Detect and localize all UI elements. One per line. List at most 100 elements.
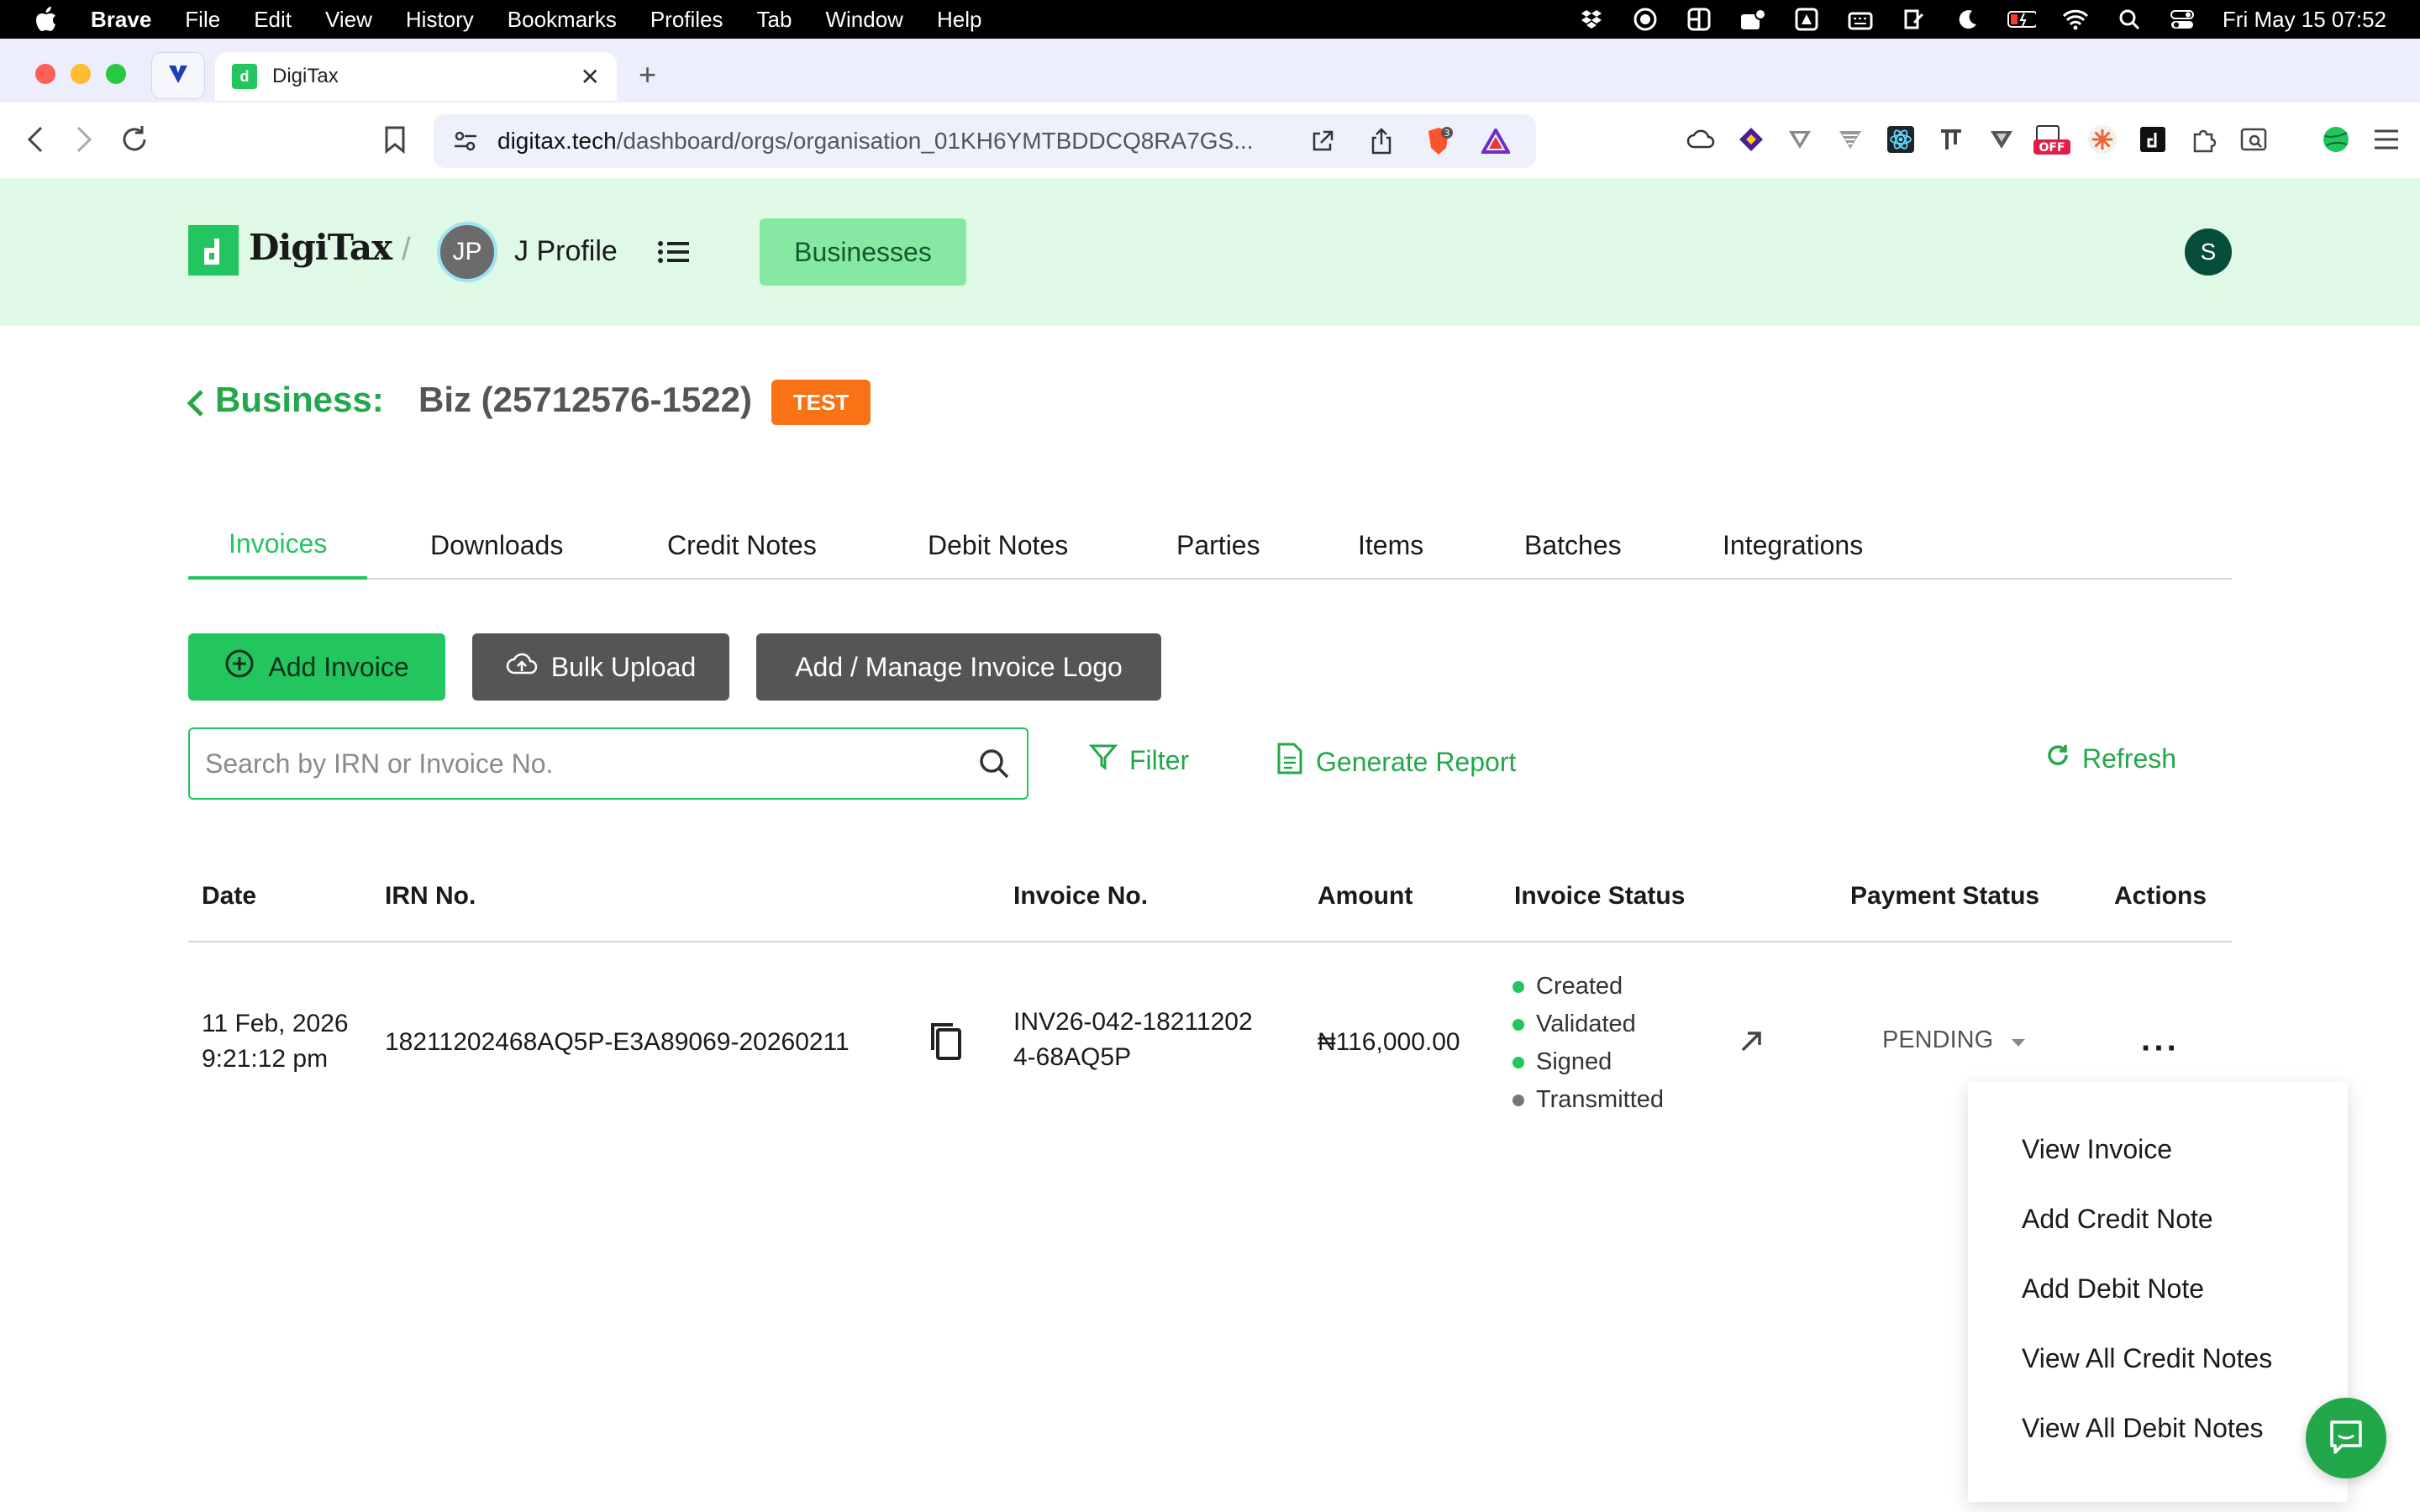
menu-profiles[interactable]: Profiles — [650, 7, 723, 33]
tab-batches[interactable]: Batches — [1524, 511, 1622, 580]
open-external-icon[interactable] — [1307, 126, 1338, 156]
menu-edit[interactable]: Edit — [254, 7, 292, 33]
filter-button[interactable]: Filter — [1088, 743, 1189, 778]
control-center-icon[interactable] — [2169, 7, 2197, 32]
digitax-extension-icon[interactable] — [2134, 121, 2171, 158]
tab-debit-notes[interactable]: Debit Notes — [928, 511, 1068, 580]
wifi-icon[interactable] — [2061, 7, 2090, 32]
triangle-extension-icon[interactable] — [1983, 121, 2020, 158]
status-dot-transmitted — [1512, 1094, 1524, 1106]
reader-mode-icon[interactable] — [2235, 121, 2272, 158]
tab-downloads[interactable]: Downloads — [430, 511, 563, 580]
profile-name[interactable]: J Profile — [514, 235, 618, 268]
profile-globe-icon[interactable] — [2317, 121, 2354, 158]
payment-status-value: PENDING — [1882, 1026, 1994, 1053]
phone-link-icon[interactable] — [1900, 7, 1928, 32]
pinned-tab[interactable] — [151, 52, 205, 99]
site-settings-icon[interactable] — [452, 128, 479, 160]
status-dot-created — [1512, 980, 1524, 993]
business-label[interactable]: Business: — [215, 380, 384, 420]
back-icon[interactable] — [15, 119, 55, 160]
diamond-extension-icon[interactable] — [1733, 121, 1770, 158]
minimize-window-button[interactable] — [71, 64, 91, 84]
menu-view-all-credit-notes[interactable]: View All Credit Notes — [2022, 1343, 2272, 1374]
react-devtools-icon[interactable] — [1882, 121, 1919, 158]
digitax-logo-icon[interactable] — [188, 225, 239, 276]
keyboard-icon[interactable] — [1846, 7, 1875, 32]
search-icon[interactable] — [978, 748, 1010, 786]
v-extension-icon[interactable] — [1781, 121, 1818, 158]
browser-menu-icon[interactable] — [2368, 121, 2405, 158]
sunburst-extension-icon[interactable] — [2084, 121, 2121, 158]
back-chevron-icon[interactable] — [185, 388, 205, 418]
refresh-icon — [2045, 743, 2070, 774]
v-striped-extension-icon[interactable] — [1832, 121, 1869, 158]
menu-file[interactable]: File — [185, 7, 220, 33]
generate-report-button[interactable]: Generate Report — [1276, 743, 1516, 781]
bookmark-icon[interactable] — [375, 119, 415, 160]
new-tab-button[interactable]: + — [639, 57, 656, 92]
grid-app-icon[interactable] — [1685, 7, 1713, 32]
menu-add-debit-note[interactable]: Add Debit Note — [2022, 1273, 2204, 1305]
businesses-button[interactable]: Businesses — [760, 218, 966, 286]
add-invoice-button[interactable]: Add Invoice — [188, 633, 445, 701]
tab-parties[interactable]: Parties — [1176, 511, 1260, 580]
menu-add-credit-note[interactable]: Add Credit Note — [2022, 1204, 2213, 1235]
menu-view-all-debit-notes[interactable]: View All Debit Notes — [2022, 1413, 2264, 1444]
payment-status-select[interactable]: PENDING — [1882, 1026, 2027, 1054]
briefcase-check-icon[interactable] — [1739, 7, 1767, 32]
menu-app-name[interactable]: Brave — [91, 7, 151, 33]
t-extension-icon[interactable] — [1933, 121, 1970, 158]
manage-invoice-logo-button[interactable]: Add / Manage Invoice Logo — [756, 633, 1161, 701]
refresh-button[interactable]: Refresh — [2045, 743, 2176, 774]
brave-rewards-icon[interactable] — [1481, 126, 1511, 156]
close-tab-icon[interactable]: ✕ — [581, 63, 600, 91]
maximize-window-button[interactable] — [106, 64, 126, 84]
menu-view[interactable]: View — [325, 7, 372, 33]
menu-window[interactable]: Window — [825, 7, 902, 33]
row-actions-more-icon[interactable]: ··· — [2141, 1030, 2180, 1068]
tab-credit-notes[interactable]: Credit Notes — [667, 511, 817, 580]
record-icon[interactable] — [1631, 7, 1660, 32]
invoice-search-input[interactable]: Search by IRN or Invoice No. — [188, 727, 1028, 800]
bulk-upload-button[interactable]: Bulk Upload — [472, 633, 729, 701]
battery-icon[interactable] — [2007, 7, 2036, 32]
extensions-puzzle-icon[interactable] — [2185, 121, 2222, 158]
column-amount: Amount — [1318, 882, 1413, 910]
menu-bookmarks[interactable]: Bookmarks — [508, 7, 617, 33]
bulk-upload-label: Bulk Upload — [550, 651, 697, 682]
profile-avatar[interactable]: JP — [437, 222, 497, 282]
menu-view-invoice[interactable]: View Invoice — [2022, 1134, 2172, 1165]
spotlight-search-icon[interactable] — [2115, 7, 2144, 32]
address-bar[interactable]: digitax.tech/dashboard/orgs/organisation… — [434, 114, 1536, 168]
brave-shields-icon[interactable]: 3 — [1423, 126, 1454, 156]
menu-history[interactable]: History — [406, 7, 474, 33]
support-chat-button[interactable] — [2306, 1398, 2386, 1478]
column-irn: IRN No. — [385, 882, 476, 910]
menubar-clock[interactable]: Fri May 15 07:52 — [2223, 7, 2386, 33]
row-date-time: 9:21:12 pm — [202, 1045, 329, 1073]
browser-tab-active[interactable]: d DigiTax ✕ — [215, 52, 617, 101]
dropbox-icon[interactable] — [1577, 7, 1606, 32]
tab-items[interactable]: Items — [1358, 511, 1423, 580]
close-window-button[interactable] — [35, 64, 55, 84]
tab-integrations[interactable]: Integrations — [1723, 511, 1863, 580]
off-extension-icon[interactable]: OFF — [2033, 121, 2070, 158]
tab-invoices[interactable]: Invoices — [188, 511, 368, 580]
reload-icon[interactable] — [114, 119, 155, 160]
filter-funnel-icon — [1088, 743, 1118, 778]
open-status-arrow-icon[interactable] — [1739, 1028, 1765, 1063]
menu-tab[interactable]: Tab — [757, 7, 792, 33]
copy-irn-icon[interactable] — [928, 1021, 965, 1072]
status-transmitted: Transmitted — [1512, 1081, 1664, 1119]
menu-help[interactable]: Help — [937, 7, 981, 33]
forward-icon[interactable] — [64, 119, 104, 160]
moon-icon[interactable] — [1954, 7, 1982, 32]
user-avatar[interactable]: S — [2185, 228, 2232, 276]
cloud-extension-icon[interactable] — [1682, 121, 1719, 158]
share-icon[interactable] — [1366, 126, 1397, 156]
profile-list-icon[interactable] — [657, 237, 691, 267]
apple-icon[interactable] — [34, 5, 59, 34]
drive-icon[interactable] — [1792, 7, 1821, 32]
app-logo-text[interactable]: DigiTax — [249, 227, 392, 268]
